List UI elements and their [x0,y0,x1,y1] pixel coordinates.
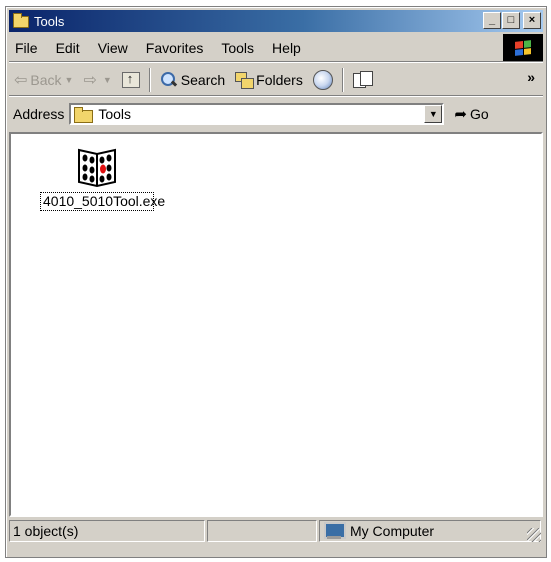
status-zone: My Computer [350,523,435,539]
close-button[interactable]: × [523,12,541,29]
copy-to-button[interactable] [348,67,378,93]
file-list-pane[interactable]: 4010_5010Tool.exe [9,132,543,517]
menu-view[interactable]: View [89,40,137,56]
menu-edit[interactable]: Edit [47,40,89,56]
folders-icon [235,71,255,89]
back-arrow-icon: ⇦ [14,71,28,89]
window-controls: _ □ × [482,12,541,29]
up-folder-icon [121,71,140,88]
history-icon [312,69,333,90]
search-icon [160,71,178,89]
minimize-button[interactable]: _ [483,12,501,29]
windows-flag-icon [515,39,531,56]
status-zone-cell: My Computer [319,520,541,542]
menu-help[interactable]: Help [263,40,310,56]
up-button[interactable] [117,67,145,93]
history-button[interactable] [308,67,338,93]
back-label: Back [30,71,62,88]
file-item[interactable]: 4010_5010Tool.exe [37,144,165,211]
search-button[interactable]: Search [155,67,230,93]
back-dropdown-icon[interactable]: ▼ [65,75,74,85]
address-bar: Address Tools ▼ ➦ Go [9,98,543,130]
go-arrow-icon: ➦ [454,106,467,123]
standard-toolbar: ⇦ Back ▼ ⇨ ▼ Search Folders » [9,64,543,96]
forward-button[interactable]: ⇨ ▼ [78,67,116,93]
my-computer-icon [323,522,346,540]
toolbar-separator [148,67,151,92]
explorer-window: Tools _ □ × File Edit View Favorites Too… [5,6,547,558]
copy-to-icon [352,70,373,89]
status-bar: 1 object(s) My Computer [9,520,543,544]
file-name-label: 4010_5010Tool.exe [40,192,165,211]
folders-label: Folders [256,71,303,88]
forward-dropdown-icon[interactable]: ▼ [103,75,112,85]
folder-icon [74,107,94,123]
back-button[interactable]: ⇦ Back ▼ [9,67,78,93]
resize-grip[interactable] [527,528,541,542]
maximize-button[interactable]: □ [502,12,520,29]
menu-tools[interactable]: Tools [212,40,263,56]
go-button[interactable]: ➦ Go [454,105,488,123]
forward-arrow-icon: ⇨ [83,71,97,89]
folder-icon [13,13,29,28]
status-object-count: 1 object(s) [9,520,205,542]
window-title: Tools [34,13,65,29]
title-bar[interactable]: Tools _ □ × [9,10,543,32]
address-label: Address [13,106,65,122]
address-input[interactable]: Tools ▼ [69,103,445,125]
windows-logo [503,34,543,61]
toolbar-overflow-button[interactable]: » [527,69,535,85]
menu-favorites[interactable]: Favorites [137,40,213,56]
status-size-cell [207,520,317,542]
address-value: Tools [98,106,132,122]
address-dropdown-icon[interactable]: ▼ [424,105,443,123]
menu-bar: File Edit View Favorites Tools Help [9,34,543,62]
search-label: Search [180,71,226,88]
menu-file[interactable]: File [9,40,47,56]
go-label: Go [469,106,489,122]
folders-button[interactable]: Folders [230,67,308,93]
application-icon [75,144,119,188]
toolbar-separator [341,67,344,92]
